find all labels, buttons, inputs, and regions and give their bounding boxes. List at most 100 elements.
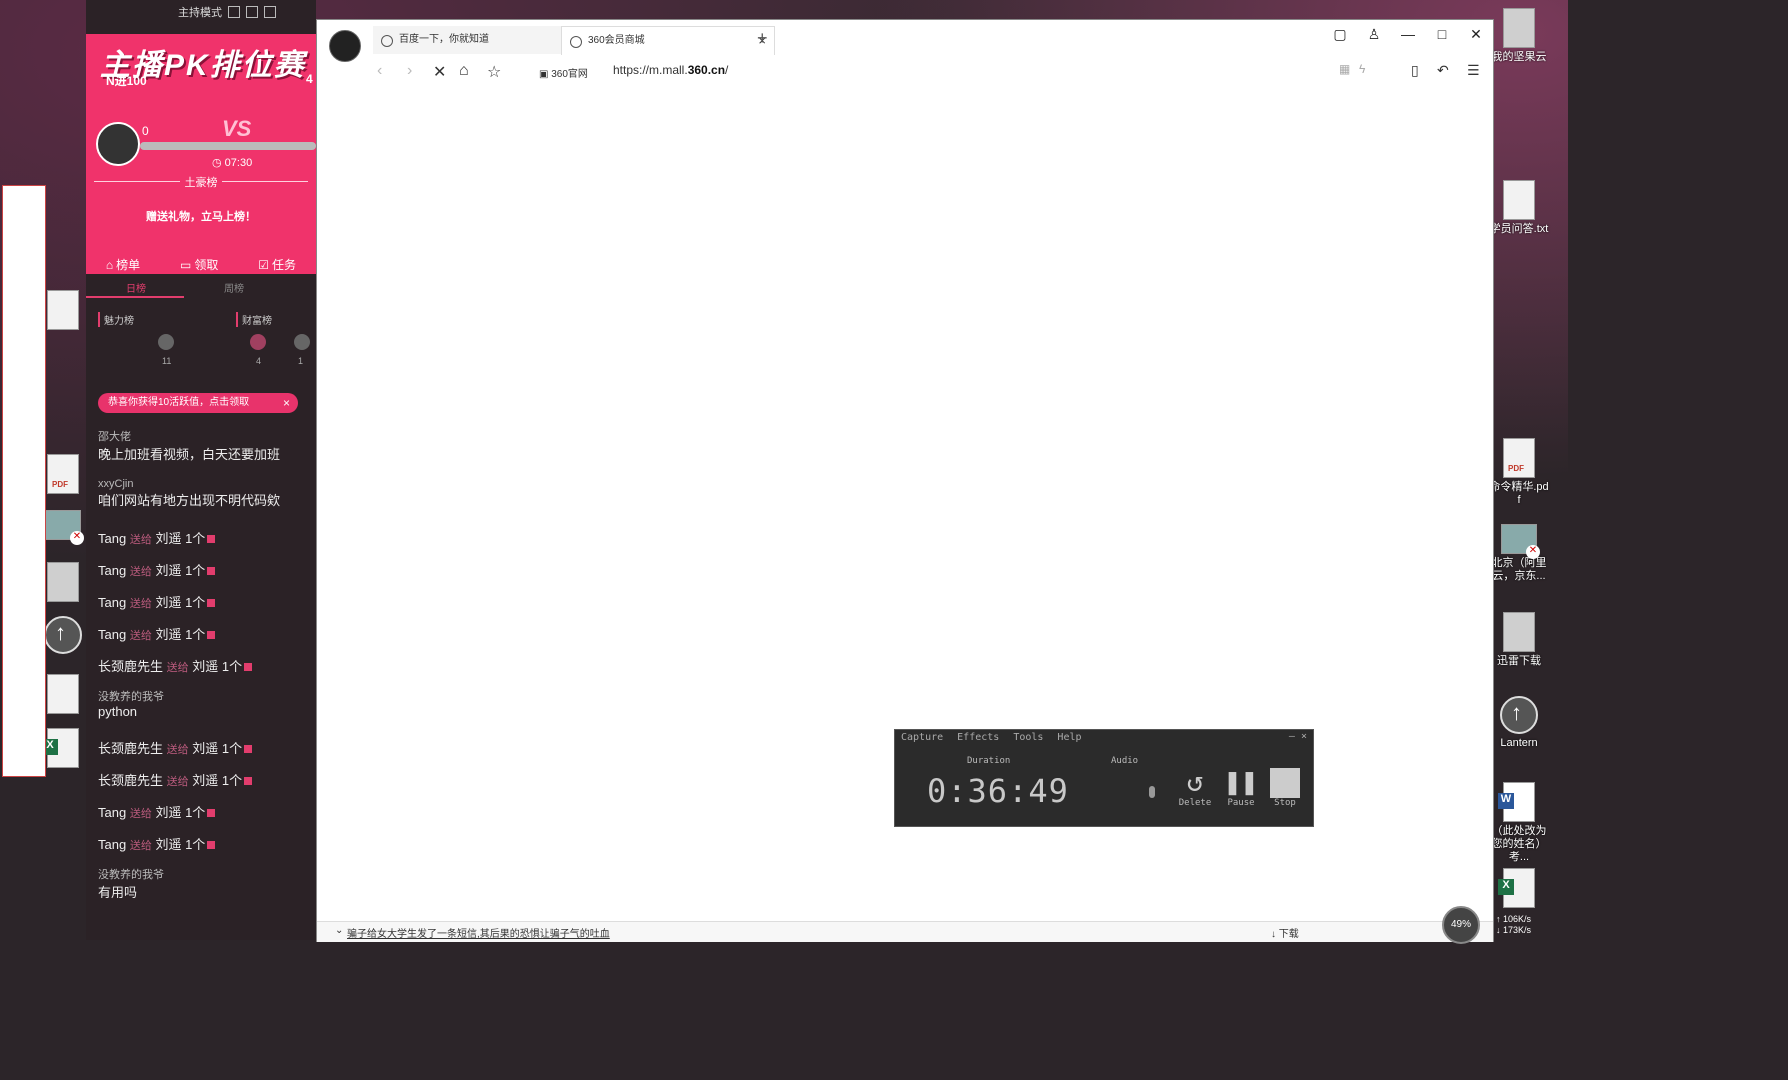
gift-verb: 送给 [129,534,152,546]
forward-icon[interactable]: › [407,62,412,80]
folder-icon [47,562,79,602]
tab-360-mall[interactable]: 360会员商城 × [561,26,775,55]
avatar[interactable] [294,334,310,350]
url-suffix: / [725,63,729,77]
pk-score: 0 [142,124,149,138]
microphone-icon[interactable] [1149,786,1155,798]
delete-button[interactable]: ↺ Delete [1175,766,1215,809]
chat-username[interactable]: 长颈鹿先生 [98,773,163,788]
chat-username[interactable]: Tang [98,531,126,546]
undo-icon[interactable]: ↶ [1437,62,1449,79]
tab-claim[interactable]: ▭ 领取 [180,256,218,273]
board-count: 11 [162,356,172,366]
tab-tasks[interactable]: ☑ 任务 [258,256,296,273]
news-link[interactable]: 骗子给女大学生发了一条短信,其后果的恐惧让骗子气的吐血 [347,925,610,940]
gift-verb: 送给 [166,662,189,674]
window-icon[interactable] [246,6,258,18]
home-icon[interactable]: ⌂ [459,62,469,80]
window-icon[interactable] [228,6,240,18]
chat-username[interactable]: 没教养的我爷 [98,688,164,704]
lightning-icon[interactable]: ϟ [1359,62,1365,76]
stop-button[interactable]: Stop [1265,766,1305,808]
menu-tools[interactable]: Tools [1013,732,1043,743]
gift-icon [244,777,253,785]
chat-message: 没教养的我爷 有用吗 [98,866,164,901]
tab-daily[interactable]: 日榜 [126,280,146,295]
gift-verb: 送给 [129,630,152,642]
menu-capture[interactable]: Capture [901,732,943,743]
tab-title: 360会员商城 [588,35,645,46]
desktop-icon-beijing-remote[interactable]: 北京（阿里云，京东... [1488,524,1550,583]
chat-username[interactable]: Tang [98,627,126,642]
avatar[interactable] [250,334,266,350]
desktop-icon-jianguoyun[interactable]: 我的坚果云 [1488,8,1550,64]
chat-username[interactable]: 邵大佬 [98,428,280,444]
tab-weekly[interactable]: 周榜 [224,280,244,295]
tab-baidu[interactable]: 百度一下，你就知道 [373,26,579,54]
chat-message: Tang 送给 刘遥 1个 [98,592,216,611]
reward-notice[interactable]: 恭喜你获得10活跃值，点击领取 × [98,393,298,413]
gift-target: 刘遥 1个 [155,563,206,578]
board-count: 1 [298,356,304,366]
clock-icon: ◷ [212,157,225,169]
minimize-icon[interactable]: – [1289,731,1295,742]
charm-board-label: 魅力榜 [98,312,134,327]
chat-message: 长颈鹿先生 送给 刘遥 1个 [98,738,253,757]
shirt-icon[interactable]: ♙ [1365,26,1383,43]
window-icon[interactable] [264,6,276,18]
menu-help[interactable]: Help [1057,732,1081,743]
host-mode-label: 主持模式 [178,7,222,19]
avatar[interactable] [96,122,140,166]
cpu-usage-indicator[interactable]: 49% [1442,906,1480,944]
browser-toolbar: ‹ › ✕ ⌂ ☆ ▣ 360官网 https://m.mall.360.cn/… [317,58,1493,87]
tab-leaderboard[interactable]: ⌂ 榜单 [106,256,140,273]
chat-username[interactable]: Tang [98,805,126,820]
desktop-wallpaper-right [1568,0,1788,1080]
tab-label: 榜单 [116,258,141,272]
desktop-icon-excel[interactable] [1488,868,1550,908]
desktop-icon-lantern[interactable]: Lantern [1488,696,1550,750]
site-label[interactable]: ▣ 360官网 [539,65,588,80]
menu-effects[interactable]: Effects [957,732,999,743]
desktop-icon-qa-txt[interactable]: 学员问答.txt [1488,180,1550,236]
close-icon[interactable]: × [1301,731,1307,742]
floating-tool-strip[interactable] [2,185,46,777]
chat-username[interactable]: 没教养的我爷 [98,866,164,882]
back-icon[interactable]: ‹ [377,62,382,80]
maximize-icon[interactable]: □ [1433,26,1451,43]
qr-icon[interactable]: ▦ [1339,62,1350,76]
desktop-icon-xunlei[interactable]: 迅雷下载 [1488,612,1550,668]
chevron-down-icon[interactable]: ⌄ [335,925,343,936]
duration-label: Duration [967,756,1011,766]
minimize-icon[interactable]: — [1399,26,1417,43]
desktop-icon-word-doc[interactable]: （此处改为您的姓名）考... [1488,782,1550,864]
menu-icon[interactable]: ☰ [1467,62,1480,79]
chat-username[interactable]: 长颈鹿先生 [98,659,163,674]
phone-icon[interactable]: ▯ [1411,62,1419,79]
chat-username[interactable]: xxyCjin [98,478,280,490]
gift-target: 刘遥 1个 [155,595,206,610]
new-tab-button[interactable]: + [757,28,768,49]
chat-username[interactable]: Tang [98,563,126,578]
chat-username[interactable]: Tang [98,595,126,610]
site-label-text: 360官网 [551,69,588,80]
stop-icon[interactable]: ✕ [433,62,446,82]
chat-text: 咱们网站有地方出现不明代码欸 [98,493,281,508]
pause-button[interactable]: ❚❚ Pause [1221,766,1261,809]
address-bar[interactable]: https://m.mall.360.cn/ [613,63,728,77]
upload-speed-value: 106K/s [1503,914,1532,924]
chat-username[interactable]: 长颈鹿先生 [98,741,163,756]
chat-message: Tang 送给 刘遥 1个 [98,528,216,547]
pk-progress-bar [140,142,316,150]
paw-icon [381,35,393,47]
host-mode-toggle[interactable]: 主持模式 [178,4,276,20]
gift-icon [207,535,216,543]
star-icon[interactable]: ☆ [487,62,501,82]
avatar[interactable] [158,334,174,350]
tab-count-icon[interactable]: ▢ [1331,26,1349,43]
chat-username[interactable]: Tang [98,837,126,852]
close-icon[interactable]: × [283,393,290,413]
download-button[interactable]: ↓ 下载 [1271,925,1299,940]
desktop-icon-commands-pdf[interactable]: 命令精华.pdf [1488,438,1550,507]
close-icon[interactable]: ✕ [1467,26,1485,43]
